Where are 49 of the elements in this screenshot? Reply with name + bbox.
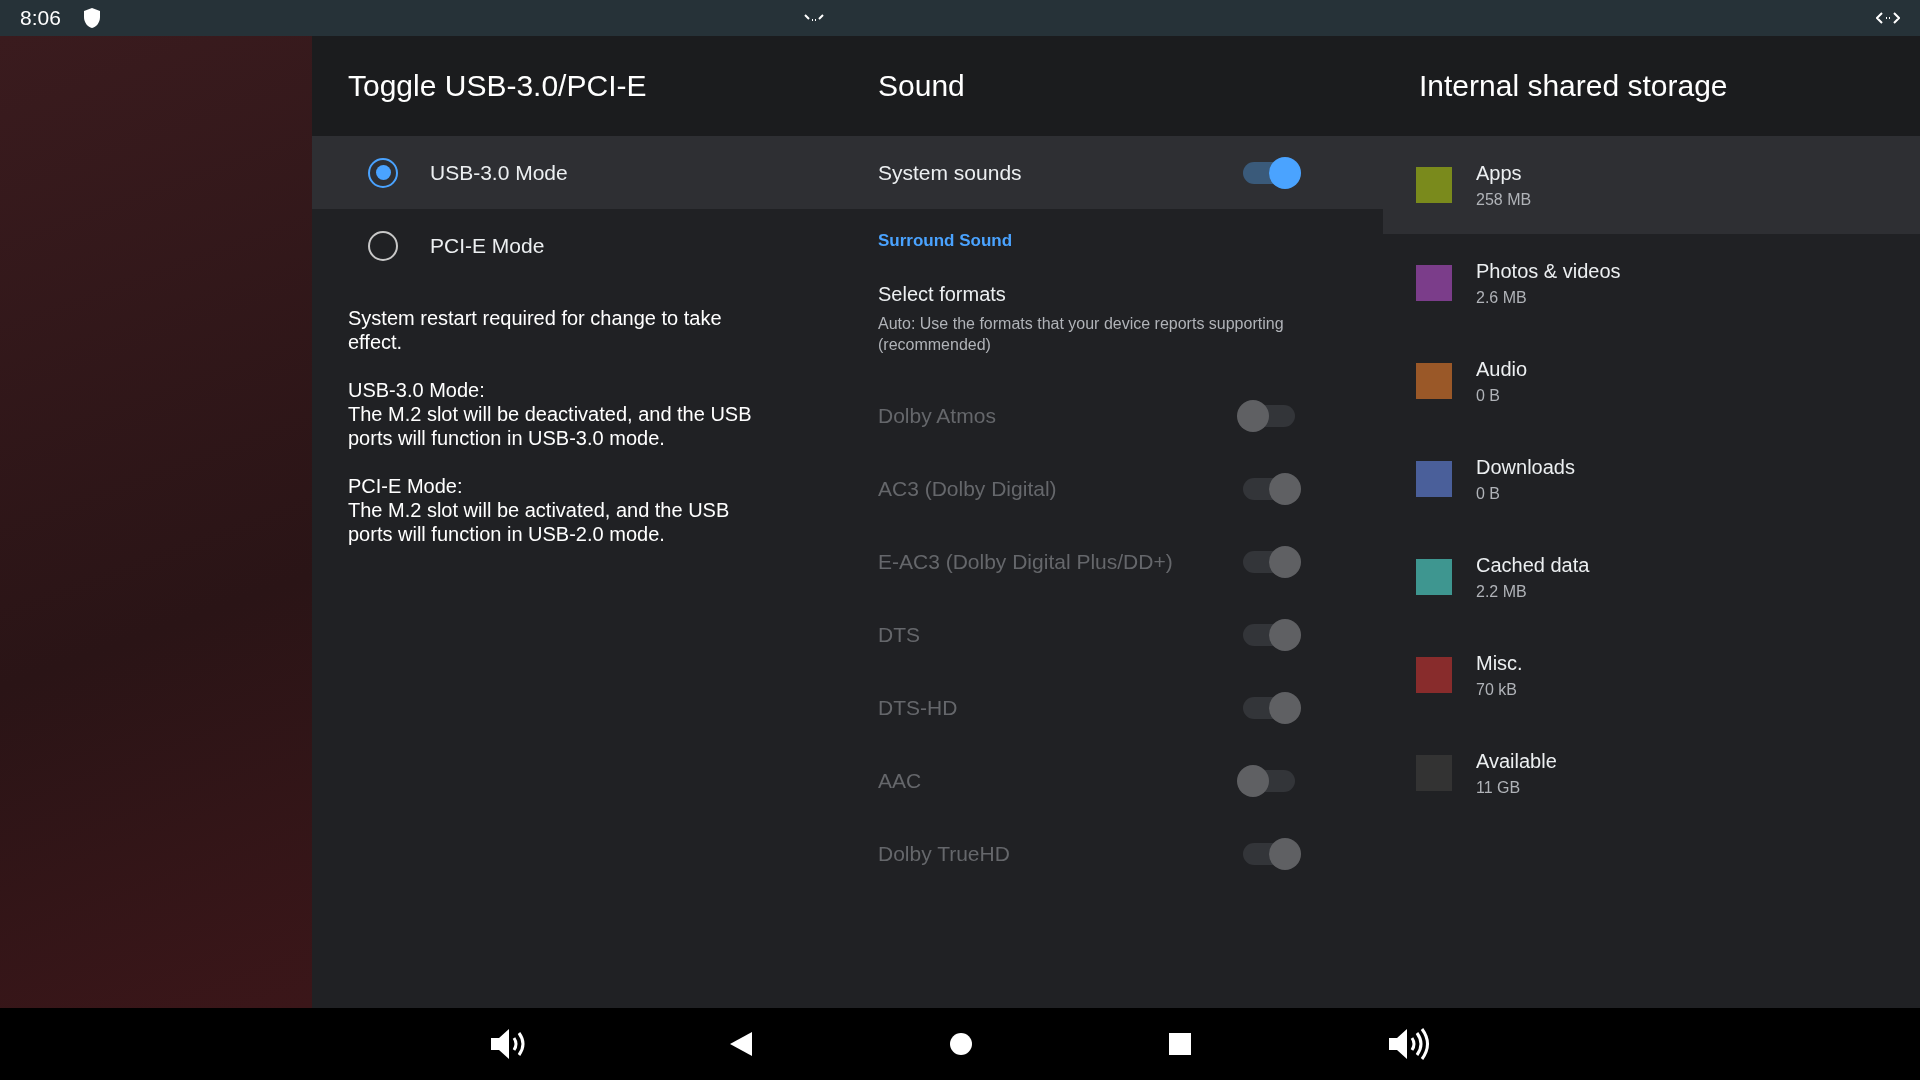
category-size: 11 GB <box>1476 778 1522 797</box>
format-label: AAC <box>878 769 923 794</box>
home-button[interactable] <box>949 1032 973 1056</box>
panel-title: Sound <box>878 69 965 103</box>
storage-category[interactable]: Photos & videos 2.6 MB <box>1383 234 1920 332</box>
category-size: 258 MB <box>1476 190 1532 209</box>
radio-button[interactable] <box>368 157 398 188</box>
storage-category[interactable]: Apps 258 MB <box>1383 136 1920 234</box>
category-name: Available <box>1476 749 1557 773</box>
category-size: 0 B <box>1476 484 1501 503</box>
storage-category[interactable]: Downloads 0 B <box>1383 430 1920 528</box>
description-text: USB-3.0 Mode: The M.2 slot will be deactivated, and the USB ports will function in USB-3.0 mode. <box>348 378 753 450</box>
description-text: System restart required for change to take effect. <box>348 306 723 354</box>
format-label: Dolby Atmos <box>878 404 997 429</box>
storage-category[interactable]: Available 11 GB <box>1383 724 1920 822</box>
section-header: Surround Sound <box>877 230 1014 252</box>
category-size: 0 B <box>1476 386 1501 405</box>
category-size: 70 kB <box>1476 680 1518 699</box>
storage-category[interactable]: Misc. 70 kB <box>1383 626 1920 724</box>
storage-category[interactable]: Cached data 2.2 MB <box>1383 528 1920 626</box>
back-button[interactable] <box>728 1030 754 1058</box>
storage-category[interactable]: Audio 0 B <box>1383 332 1920 430</box>
settings-item[interactable]: Select formats Auto: Use the formats that your device reports supporting (recommended) <box>842 269 1383 380</box>
format-label: E-AC3 (Dolby Digital Plus/DD+) <box>878 550 1174 575</box>
settings-row[interactable]: System sounds <box>842 136 1383 209</box>
recents-button[interactable] <box>1168 1032 1192 1056</box>
clock-time: 8:06 <box>20 6 61 30</box>
category-name: Cached data <box>1476 553 1590 577</box>
format-label: AC3 (Dolby Digital) <box>878 477 1058 502</box>
dots-icon <box>802 12 825 24</box>
category-size: 2.6 MB <box>1476 288 1528 307</box>
volume-up-button[interactable] <box>1387 1026 1431 1062</box>
category-size: 2.2 MB <box>1476 582 1528 601</box>
category-name: Downloads <box>1476 455 1575 479</box>
format-label: DTS-HD <box>878 696 959 721</box>
category-name: Audio <box>1476 357 1528 381</box>
description-text: PCI-E Mode: The M.2 slot will be activated, and the USB ports will function in USB-2.0 mode. <box>348 474 731 546</box>
shield-icon <box>82 7 101 29</box>
format-label: Dolby TrueHD <box>878 842 1011 867</box>
radio-option[interactable]: PCI-E Mode <box>312 209 842 282</box>
category-name: Apps <box>1476 161 1523 185</box>
code-arrows-icon <box>1876 11 1900 25</box>
panel-title: Toggle USB-3.0/PCI-E <box>348 69 647 103</box>
radio-button[interactable] <box>368 230 398 261</box>
radio-option[interactable]: USB-3.0 Mode <box>312 136 842 209</box>
category-name: Misc. <box>1476 651 1523 675</box>
format-label: DTS <box>878 623 921 648</box>
panel-title: Internal shared storage <box>1419 69 1728 103</box>
category-name: Photos & videos <box>1476 259 1621 283</box>
